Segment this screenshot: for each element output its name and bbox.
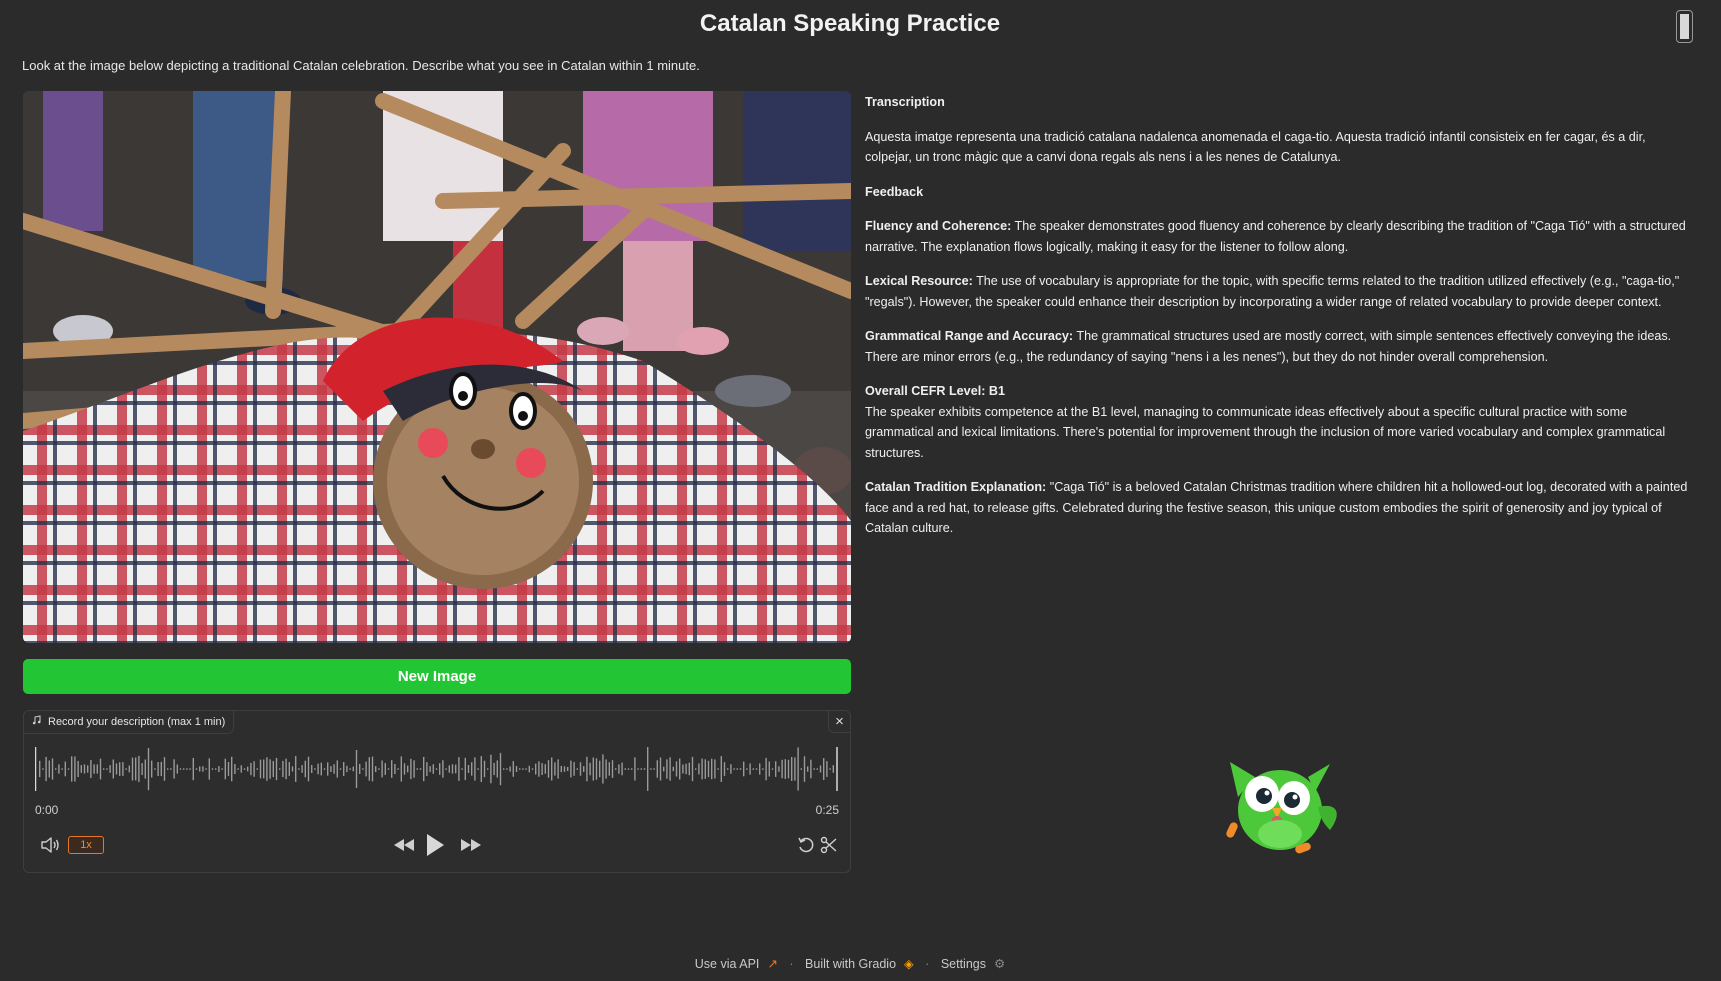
rewind-icon[interactable] <box>393 837 415 853</box>
settings-link[interactable]: Settings <box>941 957 986 971</box>
gradio-link[interactable]: Built with Gradio <box>805 957 896 971</box>
feedback-heading: Feedback <box>865 184 924 199</box>
transcription-heading: Transcription <box>865 95 945 109</box>
time-end: 0:25 <box>815 803 839 817</box>
play-icon[interactable] <box>425 833 445 857</box>
close-icon[interactable]: × <box>828 711 850 733</box>
scissors-icon[interactable] <box>820 836 838 854</box>
lexical-text: The use of vocabulary is appropriate for… <box>865 274 1680 309</box>
fluency-feedback: Fluency and Coherence: The speaker demon… <box>865 216 1695 257</box>
grammar-feedback: Grammatical Range and Accuracy: The gram… <box>865 326 1695 367</box>
fluency-label: Fluency and Coherence: <box>865 219 1012 233</box>
footer-separator: · <box>789 957 794 971</box>
gradio-logo-icon: ◈ <box>904 957 914 971</box>
footer-separator: · <box>925 957 930 971</box>
feedback-panel: Transcription Aquesta imatge representa … <box>865 92 1695 553</box>
theme-toggle[interactable] <box>1676 10 1693 43</box>
music-note-icon <box>32 711 42 734</box>
lexical-label: Lexical Resource: <box>865 274 973 288</box>
footer: Use via API ↗ · Built with Gradio ◈ · Sett… <box>0 956 1700 971</box>
time-start: 0:00 <box>35 803 59 817</box>
celebration-image <box>23 91 851 643</box>
gear-icon: ⚙ <box>993 957 1006 971</box>
audio-label-text: Record your description (max 1 min) <box>48 715 226 728</box>
tradition-label: Catalan Tradition Explanation: <box>865 480 1047 494</box>
transcription-text: Aquesta imatge representa una tradició c… <box>865 129 1646 165</box>
instructions-text: Look at the image below depicting a trad… <box>22 58 700 73</box>
playback-speed-button[interactable]: 1x <box>68 836 104 854</box>
api-link[interactable]: Use via API <box>695 957 760 971</box>
page-title: Catalan Speaking Practice <box>699 10 1001 37</box>
audio-label: Record your description (max 1 min) <box>24 711 235 734</box>
audio-waveform[interactable] <box>35 744 838 794</box>
cefr-feedback: Overall CEFR Level: B1 The speaker exhibi… <box>865 381 1695 463</box>
new-image-button[interactable]: New Image <box>23 659 851 694</box>
audio-recorder: Record your description (max 1 min) × 0:… <box>23 710 851 873</box>
undo-icon[interactable] <box>797 836 815 854</box>
grammar-label: Grammatical Range and Accuracy: <box>865 329 1074 343</box>
cefr-text: The speaker exhibits competence at the B… <box>865 404 1666 460</box>
lexical-feedback: Lexical Resource: The use of vocabulary … <box>865 271 1695 312</box>
fast-forward-icon[interactable] <box>460 837 482 853</box>
rocket-icon: ↗ <box>767 957 778 971</box>
owl-mascot-icon <box>1226 762 1337 854</box>
cefr-label: Overall CEFR Level: B1 <box>865 384 1005 398</box>
tradition-explanation: Catalan Tradition Explanation: "Caga Tió… <box>865 477 1695 539</box>
volume-icon[interactable] <box>40 836 60 854</box>
